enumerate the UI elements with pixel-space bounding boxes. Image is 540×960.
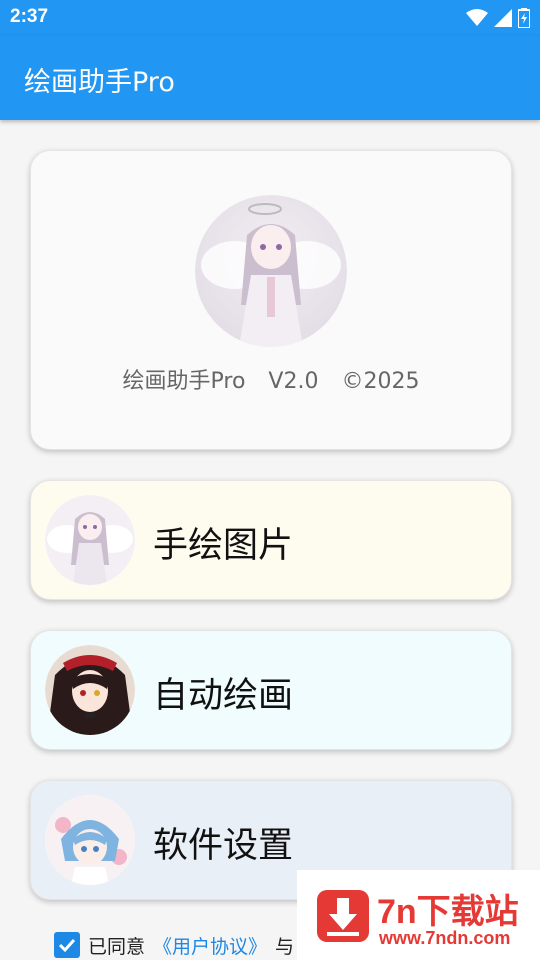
download-site-watermark: 7n下载站 www.7ndn.com xyxy=(297,870,540,960)
check-icon xyxy=(58,938,76,953)
settings-thumb xyxy=(45,795,135,885)
app-name: 绘画助手Pro xyxy=(122,369,246,394)
auto-draw-label: 自动绘画 xyxy=(153,676,294,716)
signal-icon xyxy=(494,9,512,27)
status-bar: 2:37 xyxy=(0,0,540,36)
battery-icon xyxy=(518,8,530,28)
app-title: 绘画助手Pro xyxy=(24,67,175,98)
auto-draw-thumb xyxy=(45,645,135,735)
app-bar: 绘画助手Pro xyxy=(0,36,540,120)
agreement-row: 已同意 《用户协议》与 xyxy=(54,930,294,960)
settings-label: 软件设置 xyxy=(153,826,294,866)
app-version: V2.0 xyxy=(268,369,319,394)
user-agreement-link[interactable]: 《用户协议》 xyxy=(153,932,267,959)
agree-checkbox[interactable] xyxy=(54,932,80,958)
app-copyright: ©2025 xyxy=(341,369,420,394)
watermark-title: 7n下载站 xyxy=(377,893,519,931)
agree-suffix: 与 xyxy=(275,935,295,958)
status-time: 2:37 xyxy=(10,6,49,27)
status-icons xyxy=(466,8,530,28)
draw-image-thumb xyxy=(45,495,135,585)
download-icon xyxy=(317,890,369,942)
agree-prefix: 已同意 xyxy=(88,935,146,958)
app-info-line: 绘画助手Pro V2.0 ©2025 xyxy=(31,363,511,395)
app-avatar xyxy=(195,195,347,347)
draw-image-label: 手绘图片 xyxy=(153,526,294,566)
watermark-url: www.7ndn.com xyxy=(379,928,511,948)
menu-card-auto-draw[interactable]: 自动绘画 xyxy=(30,630,512,750)
app-info-card: 绘画助手Pro V2.0 ©2025 xyxy=(30,150,512,450)
wifi-icon xyxy=(466,9,488,26)
menu-card-draw-image[interactable]: 手绘图片 xyxy=(30,480,512,600)
